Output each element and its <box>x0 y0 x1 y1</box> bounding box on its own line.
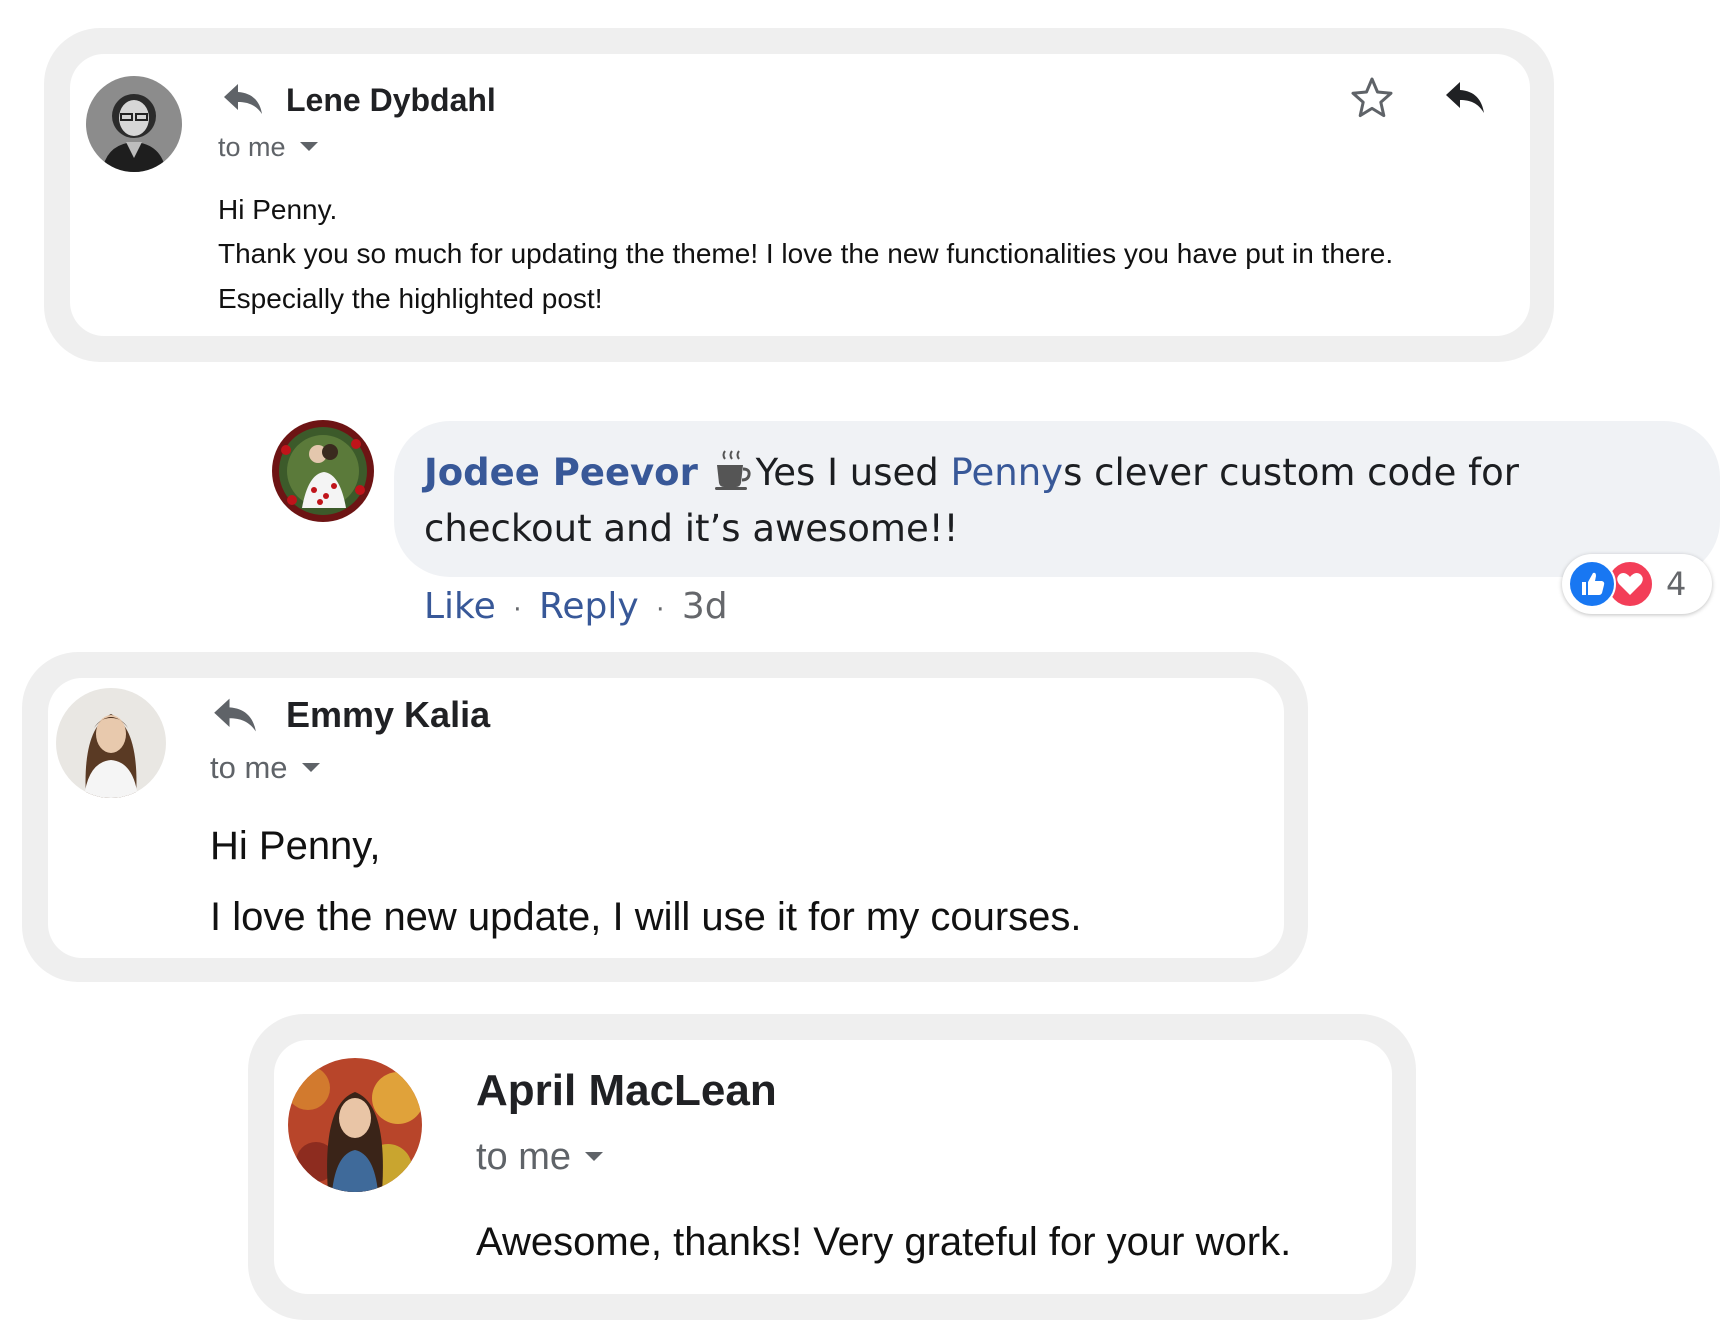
like-link[interactable]: Like <box>424 586 496 627</box>
comment-text-part: Yes I used <box>755 451 951 494</box>
sender-name: April MacLean <box>476 1066 777 1115</box>
recipient-dropdown[interactable]: to me <box>210 750 320 786</box>
star-icon[interactable] <box>1350 76 1394 120</box>
sender-name: Emmy Kalia <box>286 694 491 735</box>
separator: · <box>513 595 522 625</box>
avatar[interactable] <box>86 76 182 172</box>
reactions-summary[interactable]: 4 <box>1562 554 1712 614</box>
reply-icon <box>222 82 264 116</box>
sender-name: Lene Dybdahl <box>286 82 496 118</box>
mention-link[interactable]: Penny <box>951 451 1064 494</box>
caret-down-icon <box>301 763 320 773</box>
email-card: April MacLean to me Awesome, thanks! Ver… <box>274 1040 1392 1294</box>
email-body-line: Hi Penny. <box>218 194 338 225</box>
comment-actions: Like · Reply · 3d <box>424 586 728 627</box>
reply-icon <box>212 696 258 734</box>
recipient-label: to me <box>476 1136 572 1178</box>
caret-down-icon <box>585 1152 604 1162</box>
coffee-cup-icon <box>714 449 752 507</box>
avatar[interactable] <box>56 688 166 798</box>
comment-text-part: s clever custom code for <box>1063 451 1520 494</box>
email-body-line: I love the new update, I will use it for… <box>210 895 1082 939</box>
email-body-line: Thank you so much for updating the theme… <box>218 238 1394 269</box>
avatar[interactable] <box>272 420 374 522</box>
recipient-label: to me <box>210 750 288 785</box>
email-card: Lene Dybdahl to me Hi Penny. Thank you s… <box>70 54 1530 336</box>
recipient-dropdown[interactable]: to me <box>476 1136 604 1179</box>
reply-link[interactable]: Reply <box>539 586 639 627</box>
reply-icon[interactable] <box>1444 80 1486 116</box>
like-reaction-icon <box>1568 560 1616 608</box>
email-body-line: Hi Penny, <box>210 824 381 868</box>
email-body-line: Awesome, thanks! Very grateful for your … <box>476 1220 1292 1264</box>
email-card: Emmy Kalia to me Hi Penny, I love the ne… <box>48 678 1284 958</box>
separator: · <box>656 595 665 625</box>
recipient-label: to me <box>218 132 286 162</box>
comment-text: Jodee Peevor Yes I used Pennys clever cu… <box>424 445 1519 507</box>
email-body-line: Especially the highlighted post! <box>218 283 603 314</box>
caret-down-icon <box>299 142 318 152</box>
comment-author-link[interactable]: Jodee Peevor <box>424 451 698 494</box>
reaction-count: 4 <box>1666 565 1687 603</box>
comment-text-line: checkout and it’s awesome!! <box>424 507 959 550</box>
comment-age[interactable]: 3d <box>682 586 728 627</box>
avatar[interactable] <box>288 1058 422 1192</box>
recipient-dropdown[interactable]: to me <box>218 132 318 163</box>
